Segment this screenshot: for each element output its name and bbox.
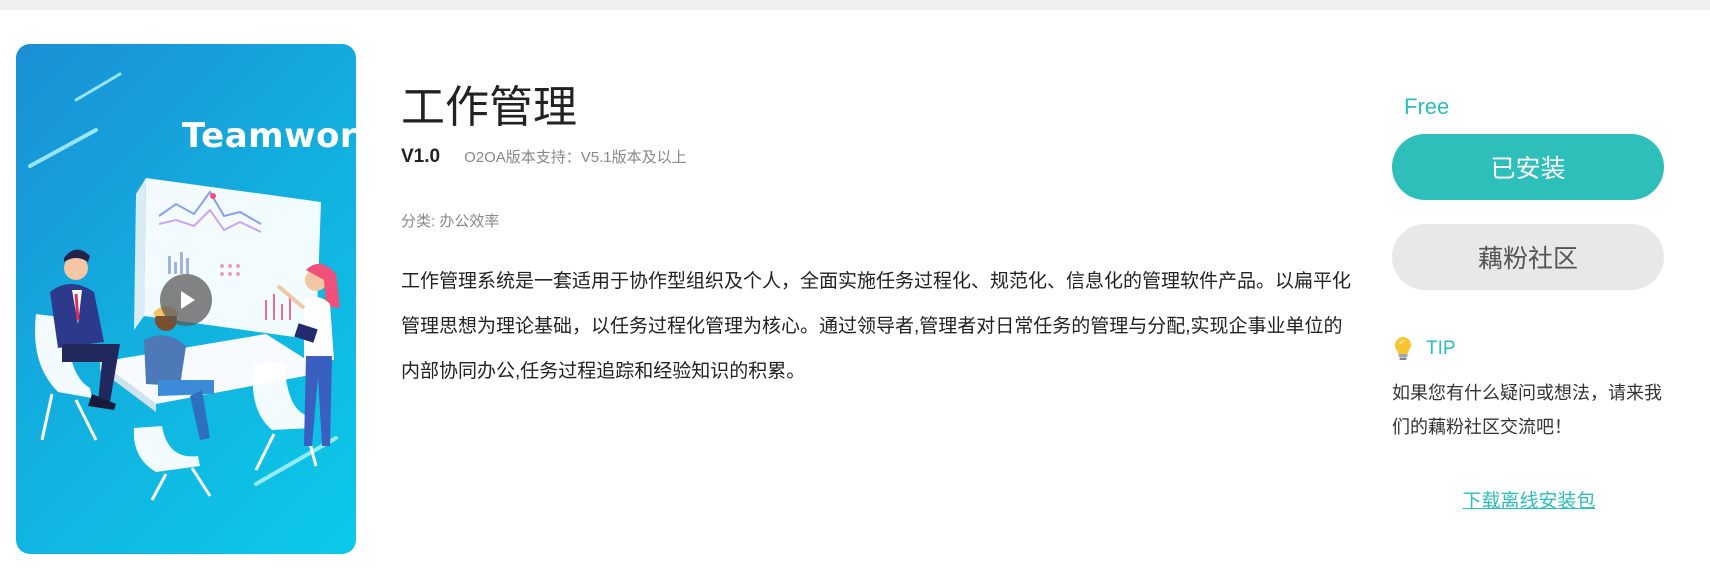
app-version: V1.0: [401, 146, 441, 167]
top-bar: [0, 0, 1710, 10]
lightbulb-icon: [1395, 337, 1411, 360]
cover-banner-text: Teamwork: [182, 116, 356, 156]
action-sidebar: Free 已安装 藕粉社区 TIP 如果您有什么疑问或想法，请来我们的藕粉社区交…: [1392, 92, 1666, 513]
app-description: 工作管理系统是一套适用于协作型组织及个人，全面实施任务过程化、规范化、信息化的管…: [401, 271, 1352, 382]
app-detail-main: 工作管理 V1.0 O2OA版本支持：V5.1版本及以上 分类: 办公效率 工作…: [401, 80, 1361, 394]
price-label: Free: [1404, 94, 1450, 119]
download-offline-package-link[interactable]: 下载离线安装包: [1392, 486, 1666, 513]
play-video-button[interactable]: [160, 274, 212, 326]
version-support: O2OA版本支持：V5.1版本及以上: [464, 149, 687, 166]
tip-text: 如果您有什么疑问或想法，请来我们的藕粉社区交流吧！: [1392, 383, 1662, 437]
version-row: V1.0 O2OA版本支持：V5.1版本及以上: [401, 146, 1361, 168]
app-title: 工作管理: [401, 83, 577, 132]
play-icon: [181, 291, 195, 309]
app-category: 分类: 办公效率: [401, 213, 500, 230]
community-button[interactable]: 藕粉社区: [1392, 224, 1664, 290]
app-cover-image: Teamwork: [16, 44, 356, 554]
tip-label: TIP: [1426, 338, 1456, 359]
tip-header: TIP: [1392, 336, 1666, 362]
installed-button[interactable]: 已安装: [1392, 134, 1664, 200]
